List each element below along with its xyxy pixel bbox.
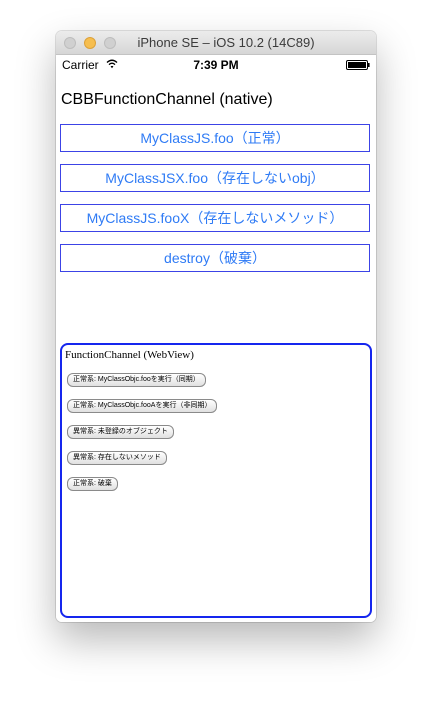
simulator-window: iPhone SE – iOS 10.2 (14C89) Carrier 7:3… (56, 31, 376, 622)
destroy-button[interactable]: destroy（破棄） (60, 244, 370, 272)
myclassjsx-foo-button[interactable]: MyClassJSX.foo（存在しないobj） (60, 164, 370, 192)
web-fooa-async-button[interactable]: 正常系: MyClassObjc.fooAを実行（非同期） (67, 399, 218, 413)
status-time: 7:39 PM (193, 58, 239, 72)
device-screen: Carrier 7:39 PM CBBFunctionChannel (nati… (56, 55, 376, 622)
web-destroy-button[interactable]: 正常系: 破棄 (67, 477, 118, 491)
myclassjs-foox-button[interactable]: MyClassJS.fooX（存在しないメソッド） (60, 204, 370, 232)
page-title: CBBFunctionChannel (native) (61, 91, 273, 108)
web-foo-sync-button[interactable]: 正常系: MyClassObjc.fooを実行（同期） (67, 373, 206, 387)
status-bar: Carrier 7:39 PM (56, 55, 376, 75)
web-unregistered-object-button[interactable]: 異常系: 未登録のオブジェクト (67, 425, 174, 439)
window-title: iPhone SE – iOS 10.2 (14C89) (137, 35, 315, 50)
web-missing-method-button[interactable]: 異常系: 存在しないメソッド (67, 451, 167, 465)
myclassjs-foo-button[interactable]: MyClassJS.foo（正常） (60, 124, 370, 152)
battery-icon (346, 60, 370, 70)
webview-panel: FunctionChannel (WebView) 正常系: MyClassOb… (60, 343, 372, 618)
window-titlebar: iPhone SE – iOS 10.2 (14C89) (56, 31, 376, 55)
webview-title: FunctionChannel (WebView) (65, 349, 194, 361)
